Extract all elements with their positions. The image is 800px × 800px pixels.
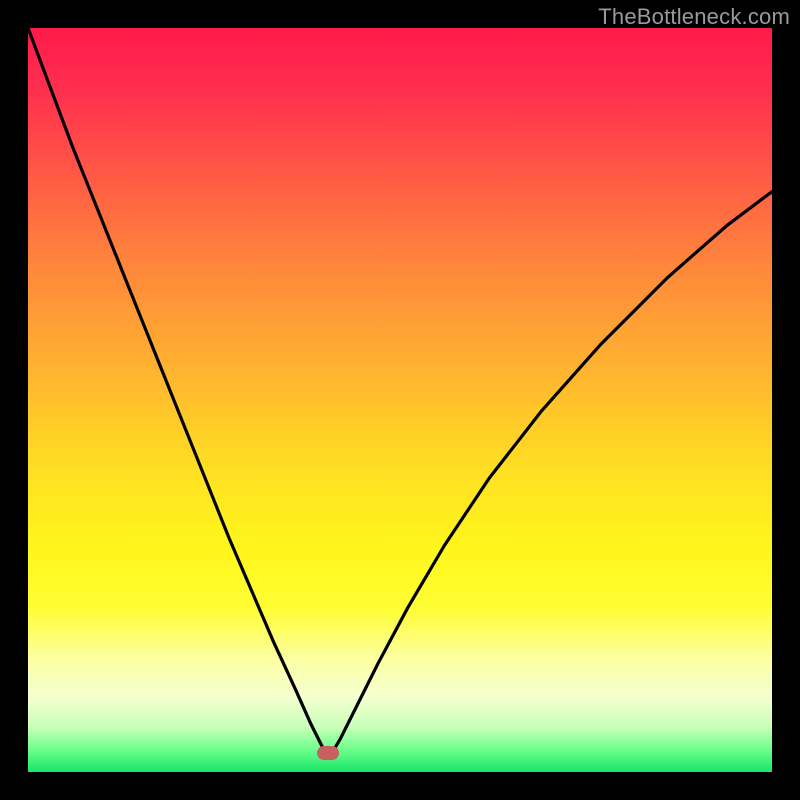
plot-area — [28, 28, 772, 772]
chart-frame: TheBottleneck.com — [0, 0, 800, 800]
optimal-point-marker — [317, 746, 339, 760]
curve-layer — [28, 28, 772, 772]
bottleneck-curve — [28, 28, 772, 753]
watermark-text: TheBottleneck.com — [598, 4, 790, 30]
